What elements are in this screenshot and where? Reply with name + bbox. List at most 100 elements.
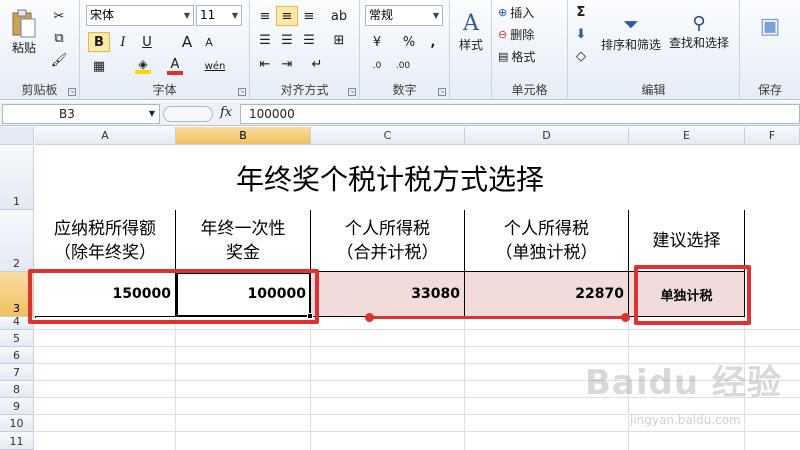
align-top-button[interactable]: ≡ (254, 6, 276, 26)
header-cell-a[interactable]: 应纳税所得额 （除年终奖） (35, 210, 176, 272)
percent-button[interactable]: % (398, 32, 420, 52)
row-header-7[interactable]: 7 (0, 364, 34, 381)
header-cell-d[interactable]: 个人所得税 （单独计税） (465, 210, 629, 272)
insert-button[interactable]: ⊕ 插入 (498, 2, 534, 22)
title-cell[interactable]: 年终奖个税计税方式选择 (35, 146, 745, 210)
comma-button[interactable]: , (422, 32, 444, 52)
grow-font-button[interactable]: A (176, 32, 198, 52)
font-size-select[interactable]: 11 ▼ (196, 5, 242, 26)
font-color-swatch (167, 70, 183, 75)
row-header-1[interactable]: 1 (0, 146, 34, 210)
fill-color-button[interactable]: ◈ (132, 56, 154, 76)
align-center-button[interactable]: ☰ (276, 30, 298, 50)
row-header-5[interactable]: 5 (0, 330, 34, 347)
sort-filter-button[interactable]: ⏷ 排序和筛选 (598, 2, 664, 62)
format-button[interactable]: ▤ 格式 (498, 46, 535, 66)
bold-button[interactable]: B (88, 32, 110, 52)
clipboard-launcher-icon[interactable]: ↘ (68, 88, 76, 96)
column-header-f[interactable]: F (745, 127, 800, 145)
row-header-9[interactable]: 9 (0, 398, 34, 415)
number-launcher-icon[interactable]: ↘ (438, 88, 446, 96)
paste-button[interactable]: 粘贴 (6, 4, 42, 60)
editing-group: Σ ⬇ ◇ ⏷ 排序和筛选 ⚲ 查找和选择 编辑 (568, 0, 740, 100)
header-cell-b[interactable]: 年终一次性 奖金 (176, 210, 311, 272)
baidu-watermark: Baidu 经验 (585, 363, 782, 403)
save-button[interactable]: ▣ (752, 6, 788, 46)
row-header-11[interactable]: 11 (0, 432, 34, 450)
insert-icon: ⊕ (498, 5, 508, 19)
shrink-font-button[interactable]: A (198, 32, 220, 52)
insert-label: 插入 (510, 5, 535, 20)
align-right-icon: ☰ (303, 32, 315, 48)
header-cell-c[interactable]: 个人所得税 （合并计税） (311, 210, 465, 272)
merge-center-button[interactable]: ⊞ (328, 30, 350, 50)
orientation-button[interactable]: ab (328, 6, 350, 26)
underline-button[interactable]: U (136, 32, 158, 52)
decrease-decimal-button[interactable]: .00 (392, 56, 414, 76)
align-bottom-icon: ≡ (303, 8, 315, 24)
copy-button[interactable]: ⧉ (48, 28, 70, 48)
column-header-e[interactable]: E (629, 127, 745, 145)
cell-c3[interactable]: 33080 (311, 272, 465, 317)
autosum-button[interactable]: Σ (570, 2, 592, 22)
header-line: （单独计税） (495, 242, 598, 263)
column-header-d[interactable]: D (465, 127, 629, 145)
name-box[interactable]: B3 ▼ (2, 104, 160, 124)
formula-splitter[interactable] (163, 106, 213, 122)
header-line: 个人所得税 (345, 218, 430, 239)
header-line: （除年终奖） (54, 242, 156, 263)
cut-button[interactable]: ✂ (48, 6, 70, 26)
row-header-10[interactable]: 10 (0, 415, 34, 432)
font-launcher-icon[interactable]: ↘ (238, 88, 246, 96)
fx-icon[interactable]: fx (220, 105, 232, 120)
merge-icon: ⊞ (333, 32, 345, 48)
formula-input[interactable]: 100000 (240, 104, 800, 124)
find-select-button[interactable]: ⚲ 查找和选择 (666, 2, 732, 62)
font-name-select[interactable]: 宋体 ▼ (86, 5, 194, 26)
format-painter-button[interactable]: 🖌 (48, 50, 70, 70)
find-select-label: 查找和选择 (668, 36, 729, 50)
styles-icon: A (463, 11, 479, 36)
row-header-6[interactable]: 6 (0, 347, 34, 364)
clear-button[interactable]: ◇ (570, 46, 592, 66)
align-bottom-button[interactable]: ≡ (298, 6, 320, 26)
number-format-select[interactable]: 常规 ▼ (365, 5, 443, 26)
save-group-label: 保存 (757, 83, 782, 97)
header-line: 建议选择 (652, 230, 721, 251)
font-color-icon: A (170, 56, 180, 72)
header-cell-e[interactable]: 建议选择 (629, 210, 745, 272)
decrease-indent-button[interactable]: ⇤ (254, 54, 276, 74)
alignment-launcher-icon[interactable]: ↘ (348, 88, 356, 96)
select-all-corner[interactable] (0, 127, 34, 145)
italic-button[interactable]: I (112, 32, 134, 52)
increase-indent-button[interactable]: ⇥ (276, 54, 298, 74)
align-left-icon: ☰ (259, 32, 271, 48)
column-header-b[interactable]: B (176, 127, 311, 145)
fill-bucket-icon: ◈ (138, 57, 148, 71)
wrap-text-button[interactable]: ↵ (306, 54, 328, 74)
indent-increase-icon: ⇥ (281, 56, 293, 72)
increase-decimal-button[interactable]: .0 (366, 56, 388, 76)
align-left-button[interactable]: ☰ (254, 30, 276, 50)
column-header-a[interactable]: A (35, 127, 176, 145)
cells-group-label: 单元格 (511, 83, 548, 97)
align-middle-button[interactable]: ≡ (276, 6, 298, 26)
row-header-8[interactable]: 8 (0, 381, 34, 398)
save-group: ▣ 保存 (740, 0, 800, 100)
align-right-button[interactable]: ☰ (298, 30, 320, 50)
number-group-label: 数字 (392, 83, 417, 97)
align-top-icon: ≡ (259, 8, 271, 24)
gridline (35, 329, 800, 330)
phonetic-button[interactable]: wén (204, 56, 226, 76)
fill-button[interactable]: ⬇ (570, 24, 592, 44)
border-button[interactable]: ▦ (88, 56, 110, 76)
cell-d3[interactable]: 22870 (465, 272, 629, 317)
delete-button[interactable]: ⊖ 删除 (498, 24, 534, 44)
font-color-button[interactable]: A (164, 56, 186, 76)
row-header-2[interactable]: 2 (0, 210, 34, 272)
currency-button[interactable]: ¥ (366, 32, 388, 52)
column-header-c[interactable]: C (311, 127, 465, 145)
border-icon: ▦ (92, 58, 106, 74)
annotation-box-inputs (28, 269, 319, 324)
styles-button[interactable]: A 样式 (454, 4, 488, 60)
